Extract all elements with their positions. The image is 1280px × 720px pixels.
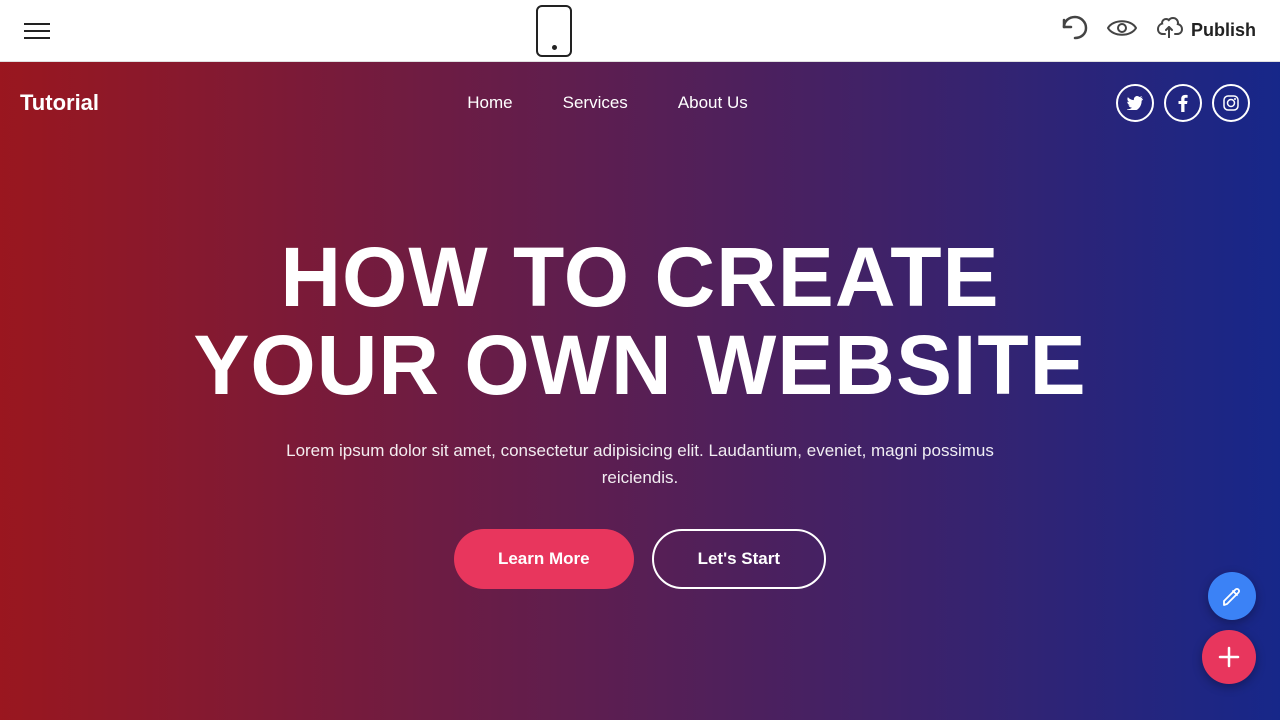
hero-title-line1: HOW TO CREATE — [280, 230, 999, 324]
preview-area: Tutorial Home Services About Us — [0, 62, 1280, 720]
facebook-button[interactable] — [1164, 84, 1202, 122]
toolbar-right: Publish — [1059, 14, 1256, 47]
hamburger-menu-button[interactable] — [24, 23, 50, 39]
nav-services[interactable]: Services — [563, 93, 628, 113]
nav-home[interactable]: Home — [467, 93, 512, 113]
mobile-preview-button[interactable] — [536, 5, 572, 57]
site-nav-center: Home Services About Us — [467, 93, 747, 113]
site-logo: Tutorial — [20, 90, 99, 116]
site-nav-social — [1116, 84, 1250, 122]
toolbar-center — [536, 5, 572, 57]
undo-button[interactable] — [1059, 14, 1089, 47]
publish-button[interactable]: Publish — [1155, 16, 1256, 45]
hero-buttons: Learn More Let's Start — [193, 529, 1086, 589]
publish-label: Publish — [1191, 20, 1256, 41]
cloud-upload-icon — [1155, 16, 1183, 45]
instagram-button[interactable] — [1212, 84, 1250, 122]
toolbar: Publish — [0, 0, 1280, 62]
phone-home-dot — [552, 45, 557, 50]
hero-section: Tutorial Home Services About Us — [0, 62, 1280, 720]
hero-title-line2: YOUR OWN WEBSITE — [193, 318, 1086, 412]
hero-subtitle: Lorem ipsum dolor sit amet, consectetur … — [260, 437, 1020, 491]
preview-button[interactable] — [1107, 17, 1137, 45]
nav-about[interactable]: About Us — [678, 93, 748, 113]
toolbar-left — [24, 23, 50, 39]
fab-edit-button[interactable] — [1208, 572, 1256, 620]
fab-add-button[interactable] — [1202, 630, 1256, 684]
hero-title: HOW TO CREATE YOUR OWN WEBSITE — [193, 233, 1086, 409]
site-nav: Tutorial Home Services About Us — [0, 62, 1280, 144]
hero-content: HOW TO CREATE YOUR OWN WEBSITE Lorem ips… — [133, 233, 1146, 590]
learn-more-button[interactable]: Learn More — [454, 529, 634, 589]
lets-start-button[interactable]: Let's Start — [652, 529, 826, 589]
twitter-button[interactable] — [1116, 84, 1154, 122]
